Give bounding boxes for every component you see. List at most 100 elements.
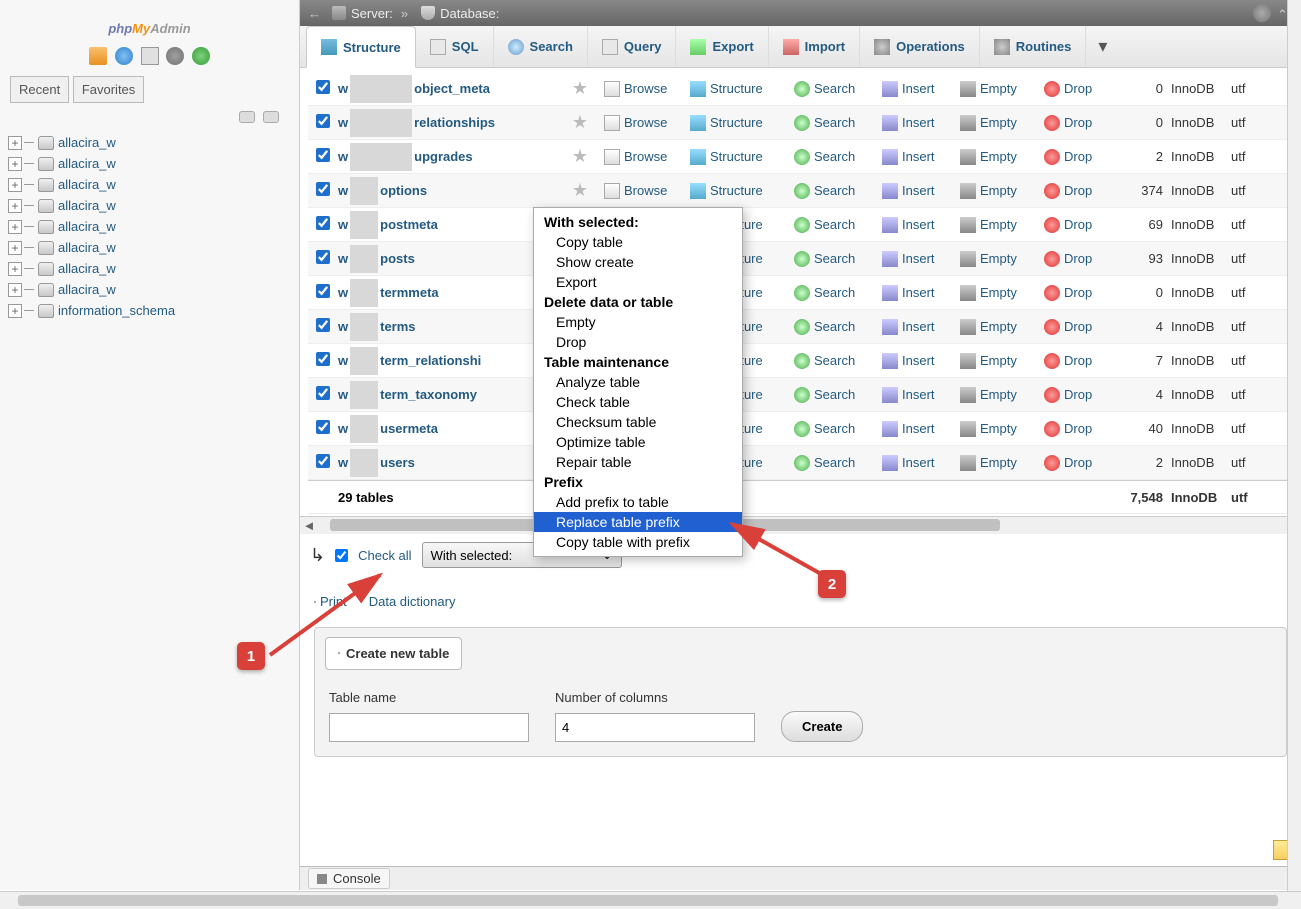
structure-action[interactable]: Structure	[683, 183, 787, 199]
settings-icon[interactable]	[166, 47, 184, 65]
data-dictionary-link[interactable]: Data dictionary	[365, 594, 456, 609]
drop-action[interactable]: Drop	[1037, 251, 1115, 267]
insert-action[interactable]: Insert	[875, 455, 953, 471]
help-icon[interactable]	[115, 47, 133, 65]
browse-action[interactable]: Browse	[597, 81, 683, 97]
row-checkbox[interactable]	[316, 80, 330, 94]
drop-action[interactable]: Drop	[1037, 183, 1115, 199]
tree-db-item[interactable]: +allacira_w	[6, 237, 293, 258]
search-action[interactable]: Search	[787, 387, 875, 403]
row-checkbox[interactable]	[316, 148, 330, 162]
favorite-star-icon[interactable]: ★	[563, 180, 597, 201]
table-name[interactable]: wusermeta	[338, 415, 563, 443]
drop-action[interactable]: Drop	[1037, 81, 1115, 97]
expand-icon[interactable]: +	[8, 241, 22, 255]
cm-add-prefix[interactable]: Add prefix to table	[534, 492, 742, 512]
cm-replace-prefix[interactable]: Replace table prefix	[534, 512, 742, 532]
recent-button[interactable]: Recent	[10, 76, 69, 103]
table-name[interactable]: wobject_meta	[338, 75, 563, 103]
drop-action[interactable]: Drop	[1037, 421, 1115, 437]
structure-action[interactable]: Structure	[683, 149, 787, 165]
browse-action[interactable]: Browse	[597, 115, 683, 131]
empty-action[interactable]: Empty	[953, 149, 1037, 165]
insert-action[interactable]: Insert	[875, 251, 953, 267]
tab-structure[interactable]: Structure	[306, 26, 416, 68]
search-action[interactable]: Search	[787, 81, 875, 97]
back-icon[interactable]: ←	[308, 6, 321, 21]
drop-action[interactable]: Drop	[1037, 285, 1115, 301]
empty-action[interactable]: Empty	[953, 251, 1037, 267]
favorite-star-icon[interactable]: ★	[563, 112, 597, 133]
search-action[interactable]: Search	[787, 455, 875, 471]
row-checkbox[interactable]	[316, 250, 330, 264]
tab-import[interactable]: Import	[769, 26, 860, 67]
tree-db-item[interactable]: +allacira_w	[6, 195, 293, 216]
drop-action[interactable]: Drop	[1037, 353, 1115, 369]
insert-action[interactable]: Insert	[875, 217, 953, 233]
cm-checksum[interactable]: Checksum table	[534, 412, 742, 432]
collapse-icon[interactable]	[239, 111, 255, 123]
table-name[interactable]: wusers	[338, 449, 563, 477]
empty-action[interactable]: Empty	[953, 455, 1037, 471]
table-name[interactable]: wposts	[338, 245, 563, 273]
cm-repair[interactable]: Repair table	[534, 452, 742, 472]
drop-action[interactable]: Drop	[1037, 319, 1115, 335]
insert-action[interactable]: Insert	[875, 115, 953, 131]
row-checkbox[interactable]	[316, 454, 330, 468]
browse-action[interactable]: Browse	[597, 183, 683, 199]
row-checkbox[interactable]	[316, 216, 330, 230]
database-label[interactable]: Database:	[440, 6, 499, 21]
drop-action[interactable]: Drop	[1037, 217, 1115, 233]
empty-action[interactable]: Empty	[953, 183, 1037, 199]
drop-action[interactable]: Drop	[1037, 455, 1115, 471]
tree-db-item[interactable]: +allacira_w	[6, 216, 293, 237]
tree-db-item[interactable]: +allacira_w	[6, 153, 293, 174]
expand-icon[interactable]: +	[8, 136, 22, 150]
search-action[interactable]: Search	[787, 285, 875, 301]
search-action[interactable]: Search	[787, 319, 875, 335]
vertical-scrollbar[interactable]	[1287, 0, 1301, 891]
cm-optimize[interactable]: Optimize table	[534, 432, 742, 452]
row-checkbox[interactable]	[316, 182, 330, 196]
row-checkbox[interactable]	[316, 420, 330, 434]
table-name[interactable]: wtermmeta	[338, 279, 563, 307]
cm-copy-table[interactable]: Copy table	[534, 232, 742, 252]
drop-action[interactable]: Drop	[1037, 387, 1115, 403]
table-name-input[interactable]	[329, 713, 529, 742]
favorites-button[interactable]: Favorites	[73, 76, 144, 103]
empty-action[interactable]: Empty	[953, 421, 1037, 437]
tree-db-item[interactable]: +allacira_w	[6, 279, 293, 300]
expand-icon[interactable]: +	[8, 283, 22, 297]
cm-export[interactable]: Export	[534, 272, 742, 292]
row-checkbox[interactable]	[316, 114, 330, 128]
row-checkbox[interactable]	[316, 284, 330, 298]
cm-show-create[interactable]: Show create	[534, 252, 742, 272]
insert-action[interactable]: Insert	[875, 387, 953, 403]
tree-db-item[interactable]: +allacira_w	[6, 174, 293, 195]
empty-action[interactable]: Empty	[953, 115, 1037, 131]
row-checkbox[interactable]	[316, 352, 330, 366]
structure-action[interactable]: Structure	[683, 115, 787, 131]
empty-action[interactable]: Empty	[953, 285, 1037, 301]
search-action[interactable]: Search	[787, 217, 875, 233]
empty-action[interactable]: Empty	[953, 319, 1037, 335]
checkall-label[interactable]: Check all	[358, 548, 411, 563]
insert-action[interactable]: Insert	[875, 421, 953, 437]
tab-search[interactable]: Search	[494, 26, 588, 67]
row-checkbox[interactable]	[316, 386, 330, 400]
sql-icon[interactable]	[141, 47, 159, 65]
gear-icon[interactable]	[1253, 4, 1271, 22]
home-icon[interactable]	[89, 47, 107, 65]
expand-icon[interactable]: +	[8, 262, 22, 276]
print-link[interactable]: Print	[314, 594, 347, 609]
table-name[interactable]: wterm_taxonomy	[338, 381, 563, 409]
search-action[interactable]: Search	[787, 251, 875, 267]
tab-sql[interactable]: SQL	[416, 26, 494, 67]
tree-db-item[interactable]: +allacira_w	[6, 132, 293, 153]
browse-action[interactable]: Browse	[597, 149, 683, 165]
cm-copy-prefix[interactable]: Copy table with prefix	[534, 532, 742, 552]
tab-operations[interactable]: Operations	[860, 26, 980, 67]
table-name[interactable]: wterms	[338, 313, 563, 341]
expand-icon[interactable]: +	[8, 199, 22, 213]
insert-action[interactable]: Insert	[875, 319, 953, 335]
